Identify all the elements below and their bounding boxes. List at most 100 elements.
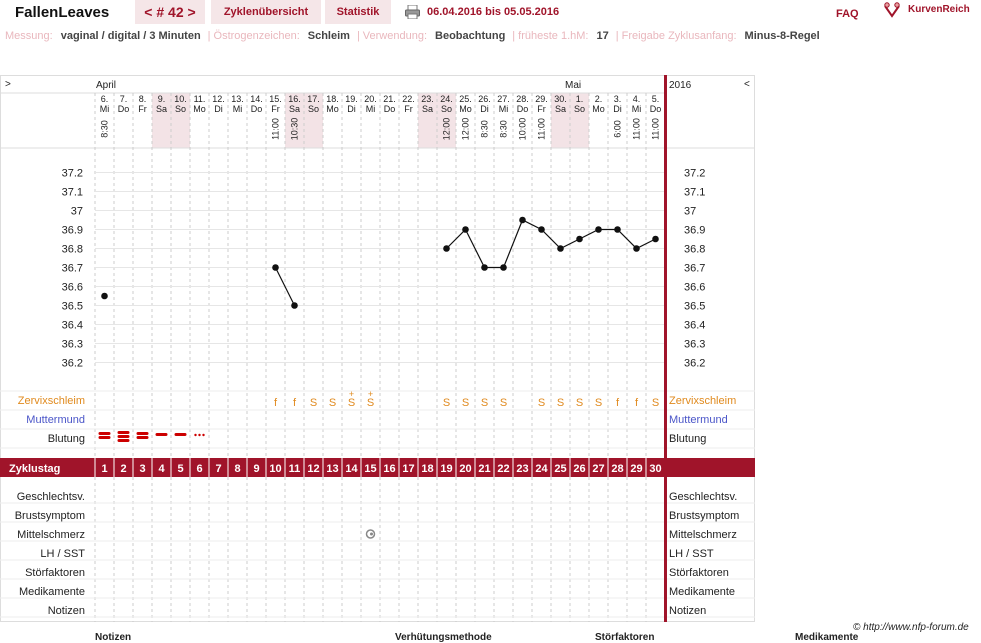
collapse-right-toggle[interactable]: < xyxy=(744,79,750,90)
cycle-day-number: 10 xyxy=(269,463,281,475)
year-label: 2016 xyxy=(669,80,692,91)
tab-statistics[interactable]: Statistik xyxy=(325,0,391,24)
print-icon[interactable] xyxy=(405,5,420,19)
measure-time: 11:00 xyxy=(651,118,661,140)
mucus-symbol: S xyxy=(481,397,488,409)
weekday-label: Mo xyxy=(193,104,206,114)
day-number: 6. xyxy=(101,94,109,104)
cycle-day-number: 26 xyxy=(573,463,585,475)
weekday-label: Mi xyxy=(632,104,642,114)
settings-value: Schleim xyxy=(307,30,350,42)
mucus-symbol: S xyxy=(595,397,602,409)
temperature-point xyxy=(557,245,564,252)
cycle-day-number: 28 xyxy=(611,463,623,475)
day-number: 22. xyxy=(402,94,415,104)
temp-tick-right: 36.7 xyxy=(684,263,705,275)
temp-tick-left: 37 xyxy=(71,206,83,218)
right-label-medi: Medikamente xyxy=(669,586,735,598)
measure-time: 10:30 xyxy=(290,118,300,141)
bleeding-mark xyxy=(117,431,130,434)
weekday-label: Di xyxy=(214,104,223,114)
weekday-label: Mo xyxy=(326,104,339,114)
row-label-stoer: Störfaktoren xyxy=(25,567,85,579)
month-label-april: April xyxy=(96,80,116,91)
temp-tick-right: 36.5 xyxy=(684,301,705,313)
bleeding-mark xyxy=(117,435,130,438)
temperature-point xyxy=(443,245,450,252)
cycle-day-number: 7 xyxy=(215,463,221,475)
cycle-day-number: 30 xyxy=(649,463,661,475)
settings-value: Minus-8-Regel xyxy=(744,30,820,42)
right-label-brust: Brustsymptom xyxy=(669,510,739,522)
cycle-day-number: 24 xyxy=(535,463,548,475)
weekday-label: Fr xyxy=(537,104,546,114)
weekday-label: So xyxy=(441,104,452,114)
mucus-symbol: S xyxy=(329,397,336,409)
weekday-label: Fr xyxy=(271,104,280,114)
day-number: 14. xyxy=(250,94,263,104)
temp-tick-left: 36.9 xyxy=(62,225,83,237)
settings-separator: | xyxy=(207,30,211,42)
settings-value: vaginal / digital / 3 Minuten xyxy=(60,30,201,42)
temp-tick-right: 37.2 xyxy=(684,168,705,180)
cycle-navigator[interactable]: < # 42 > xyxy=(135,0,205,24)
settings-separator: | xyxy=(512,30,516,42)
right-label-geschlecht: Geschlechtsv. xyxy=(669,491,737,503)
temp-tick-left: 36.6 xyxy=(62,282,83,294)
right-label-zervix: Zervixschleim xyxy=(669,395,736,407)
copyright-notice: © http://www.nfp-forum.de xyxy=(853,622,969,633)
measure-time: 12:00 xyxy=(442,118,452,141)
measure-time: 8:30 xyxy=(499,120,509,138)
day-number: 29. xyxy=(535,94,548,104)
day-number: 5. xyxy=(652,94,660,104)
temperature-point xyxy=(272,264,279,271)
footer-notizen-heading: Notizen xyxy=(95,632,132,643)
temp-tick-left: 36.4 xyxy=(62,320,83,332)
day-number: 30. xyxy=(554,94,567,104)
row-label-brust: Brustsymptom xyxy=(15,510,85,522)
temperature-point xyxy=(101,292,108,300)
temp-tick-left: 37.2 xyxy=(62,168,83,180)
temperature-point xyxy=(519,216,526,224)
faq-link[interactable]: FAQ xyxy=(836,8,859,20)
temp-tick-right: 36.2 xyxy=(684,358,705,370)
weekday-label: Do xyxy=(251,104,263,114)
weekday-label: Mo xyxy=(459,104,472,114)
brand-link[interactable]: KurvenReich xyxy=(908,4,970,15)
brand-logo-icon[interactable] xyxy=(883,2,901,18)
weekday-label: Mi xyxy=(100,104,110,114)
settings-separator: | xyxy=(356,30,360,42)
weekday-label: Do xyxy=(118,104,130,114)
bleeding-mark xyxy=(136,436,149,439)
temperature-point xyxy=(633,245,640,252)
cycle-day-label: Zyklustag xyxy=(9,463,60,475)
row-label-zervix: Zervixschleim xyxy=(18,395,85,407)
weekday-label: So xyxy=(308,104,319,114)
temperature-point xyxy=(538,226,545,233)
weekday-label: Mo xyxy=(592,104,605,114)
weekday-label: Do xyxy=(517,104,529,114)
settings-value: Beobachtung xyxy=(435,30,506,42)
temperature-point xyxy=(595,226,602,233)
day-number: 20. xyxy=(364,94,377,104)
temperature-point xyxy=(462,226,469,233)
settings-label: früheste 1.hM: xyxy=(518,30,589,42)
top-bar: FallenLeaves < # 42 > Zyklenübersicht St… xyxy=(0,0,981,26)
weekday-label: Do xyxy=(650,104,662,114)
right-label-stoer: Störfaktoren xyxy=(669,567,729,579)
cycle-day-number: 6 xyxy=(196,463,202,475)
row-label-medi: Medikamente xyxy=(19,586,85,598)
right-label-notizen: Notizen xyxy=(669,605,706,617)
month-label-mai: Mai xyxy=(565,80,581,91)
right-label-lh: LH / SST xyxy=(669,548,714,560)
expand-left-toggle[interactable]: > xyxy=(5,79,11,90)
tab-cycle-overview[interactable]: Zyklenübersicht xyxy=(211,0,321,24)
cycle-day-number: 22 xyxy=(497,463,509,475)
cycle-day-number: 5 xyxy=(177,463,183,475)
temp-tick-right: 36.9 xyxy=(684,225,705,237)
cycle-day-number: 9 xyxy=(253,463,259,475)
row-label-geschlecht: Geschlechtsv. xyxy=(17,491,85,503)
cycle-day-number: 18 xyxy=(421,463,433,475)
temp-tick-left: 36.3 xyxy=(62,339,83,351)
day-number: 13. xyxy=(231,94,244,104)
